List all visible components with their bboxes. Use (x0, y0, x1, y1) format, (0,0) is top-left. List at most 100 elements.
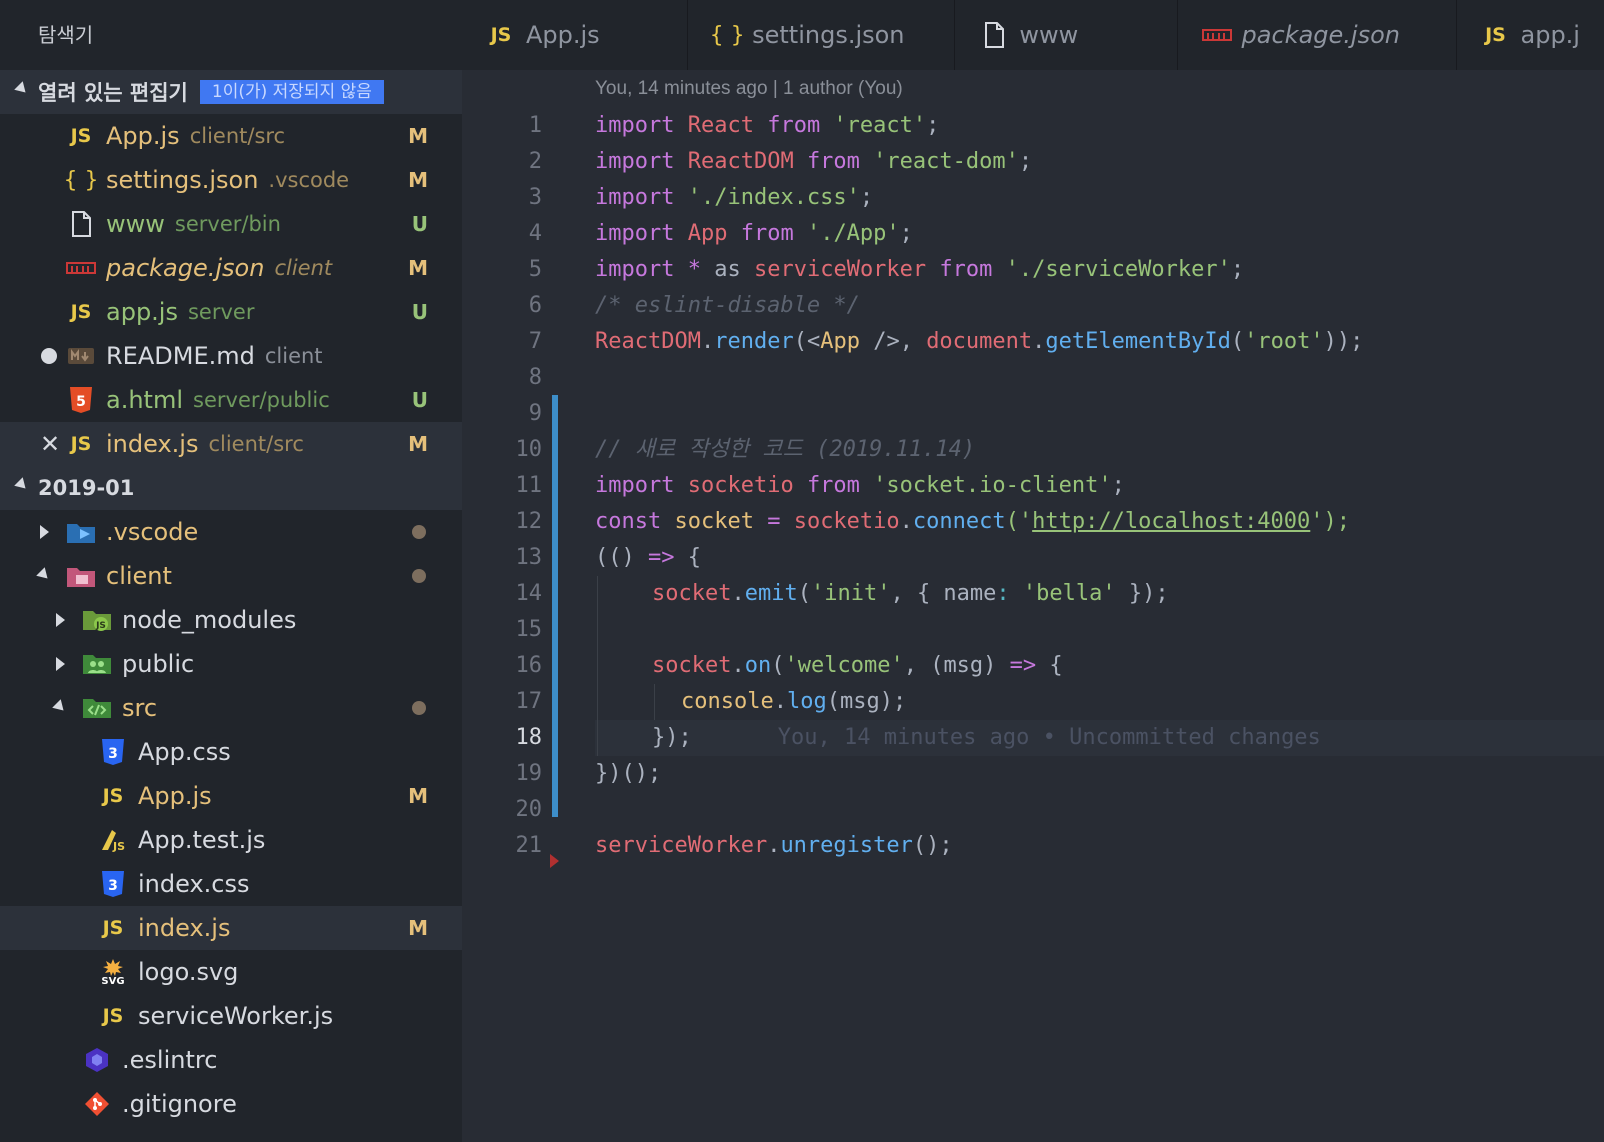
tab-label: www (1019, 21, 1079, 49)
git-icon (80, 1087, 114, 1121)
collapse-icon (14, 477, 30, 493)
src-folder-icon (80, 691, 114, 725)
js-icon: JS (490, 24, 512, 46)
code-lines[interactable]: import React from 'react'; import ReactD… (595, 108, 1604, 864)
modified-dot-icon (412, 525, 426, 539)
tab-settings-json[interactable]: { } settings.json (688, 0, 956, 70)
open-editor-item[interactable]: 5 a.html server/public U (0, 378, 462, 422)
tab-app-js-server[interactable]: JS app.j (1457, 0, 1604, 70)
git-status: U (411, 388, 428, 412)
file-path: client (274, 256, 333, 280)
tab-www[interactable]: www (955, 0, 1178, 70)
code-line: import socketio from 'socket.io-client'; (595, 473, 1125, 498)
js-icon: JS (1485, 24, 1506, 46)
tree-folder[interactable]: client (0, 554, 462, 598)
file-name: App.js (138, 782, 212, 810)
folder-name: .vscode (106, 518, 199, 546)
file-name: settings.json (106, 166, 259, 194)
line-number: 12 (515, 509, 543, 534)
open-editors-header[interactable]: 열려 있는 편집기 1이(가) 저장되지 않음 (0, 70, 462, 114)
open-editors-label: 열려 있는 편집기 (38, 81, 188, 105)
code-line: ReactDOM.render(<App />, document.getEle… (595, 329, 1364, 354)
git-status: M (408, 168, 428, 192)
tree-folder[interactable]: public (0, 642, 462, 686)
code-line: import ReactDOM from 'react-dom'; (595, 149, 1033, 174)
workspace-label: 2019-01 (38, 476, 135, 500)
js-icon: JS (70, 125, 92, 147)
git-added-indicator[interactable] (552, 395, 558, 817)
folder-name: client (106, 562, 172, 590)
css3-icon: 3 (96, 867, 130, 901)
open-editor-item[interactable]: package.json client M (0, 246, 462, 290)
tree-file[interactable]: 3 App.css (0, 730, 462, 774)
js-icon: JS (102, 1005, 124, 1027)
code-line: (() => { (595, 545, 701, 570)
open-editor-item[interactable]: README.md client (0, 334, 462, 378)
inline-blame: You, 14 minutes ago • Uncommitted change… (777, 725, 1321, 750)
git-deleted-indicator[interactable] (550, 854, 559, 868)
line-number: 9 (528, 401, 542, 426)
code-line: import './index.css'; (595, 185, 874, 210)
git-status: M (408, 432, 428, 456)
workspace-header[interactable]: 2019-01 (0, 466, 462, 510)
tree-file[interactable]: JS serviceWorker.js (0, 994, 462, 1038)
npm-icon (64, 251, 98, 285)
open-editor-item[interactable]: { } settings.json .vscode M (0, 158, 462, 202)
tree-file[interactable]: 3 index.css (0, 862, 462, 906)
svg-text:3: 3 (108, 878, 118, 894)
code-editor[interactable]: You, 14 minutes ago | 1 author (You) 1 2… (462, 70, 1604, 1142)
expand-icon (56, 613, 65, 627)
expand-icon (40, 525, 49, 539)
tree-folder[interactable]: .vscode (0, 510, 462, 554)
tree-file[interactable]: JS App.test.js (0, 818, 462, 862)
explorer-sidebar: 탐색기 열려 있는 편집기 1이(가) 저장되지 않음 JS App.js cl… (0, 0, 462, 1142)
file-name: www (106, 210, 165, 238)
line-number: 8 (528, 365, 542, 390)
code-line: serviceWorker.unregister(); (595, 833, 953, 858)
folder-icon (64, 559, 98, 593)
git-status: M (408, 916, 428, 940)
git-blame-header[interactable]: You, 14 minutes ago | 1 author (You) (595, 78, 903, 100)
json-icon: { } (709, 22, 745, 48)
tree-folder[interactable]: src (0, 686, 462, 730)
file-name: App.test.js (138, 826, 266, 854)
file-path: client/src (189, 124, 286, 148)
open-editor-item[interactable]: www server/bin U (0, 202, 462, 246)
tab-app-js[interactable]: JS App.js (462, 0, 689, 70)
unsaved-dot-icon[interactable] (41, 348, 57, 364)
url-link[interactable]: http://localhost:4000 (1032, 509, 1310, 534)
code-line: // 새로 작성한 코드 (2019.11.14) (595, 437, 976, 462)
file-path: .vscode (268, 168, 350, 192)
folder-name: node_modules (122, 606, 297, 634)
tree-file[interactable]: .eslintrc (0, 1038, 462, 1082)
file-path: server (187, 300, 255, 324)
tree-file[interactable]: JS App.js M (0, 774, 462, 818)
file-path: server/bin (174, 212, 281, 236)
tree-file-active[interactable]: JS index.js M (0, 906, 462, 950)
tree-folder[interactable]: JS node_modules (0, 598, 462, 642)
tab-label: settings.json (752, 21, 905, 49)
open-editor-item[interactable]: JS App.js client/src M (0, 114, 462, 158)
line-number: 1 (528, 113, 542, 138)
tree-file[interactable]: SVG logo.svg (0, 950, 462, 994)
close-icon[interactable]: ✕ (40, 430, 60, 458)
file-name: a.html (106, 386, 184, 414)
code-line (595, 612, 1604, 648)
file-icon (977, 18, 1011, 52)
svg-text:JS: JS (95, 621, 106, 631)
file-icon (64, 207, 98, 241)
code-line: import App from './App'; (595, 221, 913, 246)
tab-package-json[interactable]: package.json (1178, 0, 1457, 70)
git-status: M (408, 256, 428, 280)
file-path: server/public (193, 388, 330, 412)
line-number-current: 18 (515, 725, 543, 750)
html5-icon: 5 (64, 383, 98, 417)
svg-text:JS: JS (112, 840, 125, 853)
public-folder-icon (80, 647, 114, 681)
open-editor-item[interactable]: JS app.js server U (0, 290, 462, 334)
open-editor-item-active[interactable]: ✕ JS index.js client/src M (0, 422, 462, 466)
tree-file[interactable]: .gitignore (0, 1082, 462, 1126)
code-line: /* eslint-disable */ (595, 293, 860, 318)
file-name: .gitignore (122, 1090, 237, 1118)
